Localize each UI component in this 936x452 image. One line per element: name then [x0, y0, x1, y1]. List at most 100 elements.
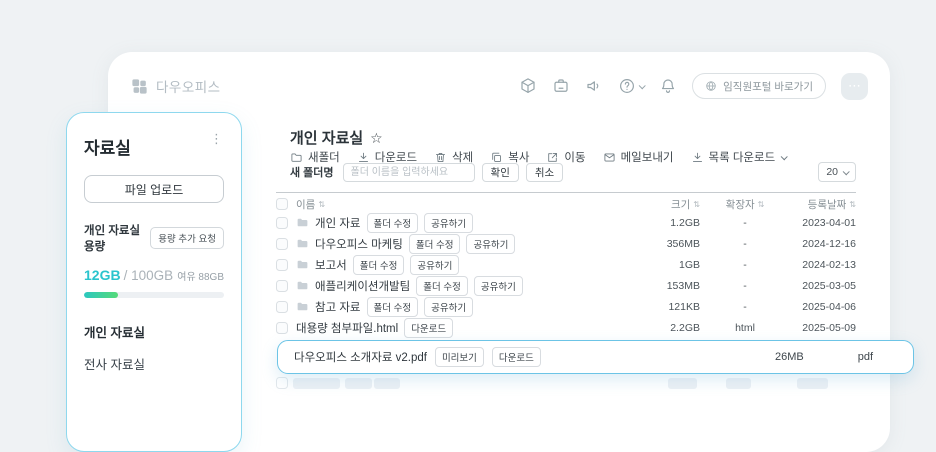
folder-icon: [296, 279, 309, 292]
archive-icon: [552, 77, 570, 95]
usage-total: / 100GB: [123, 268, 174, 283]
new-folder-input[interactable]: [342, 162, 475, 182]
employee-portal-label: 임직원포털 바로가기: [723, 80, 813, 93]
row-checkbox[interactable]: [276, 258, 288, 271]
table-row: 개인 자료 폴더 수정 공유하기 1.2GB - 2023-04-01: [276, 212, 856, 233]
sort-icon: ⇅: [757, 199, 765, 209]
row-action-button[interactable]: 공유하기: [424, 212, 474, 233]
row-action-button[interactable]: 폴더 수정: [408, 233, 461, 254]
archive-icon[interactable]: [552, 77, 570, 95]
folder-icon: [296, 216, 309, 229]
file-name[interactable]: 대용량 첨부파일.html: [296, 320, 398, 336]
table-row: 대용량 첨부파일.html 다운로드 2.2GB html 2025-05-09: [276, 317, 856, 338]
bell-icon: [659, 77, 677, 95]
row-checkbox: [276, 377, 288, 389]
file-name[interactable]: 보고서: [315, 257, 347, 273]
help-icon: [618, 77, 636, 95]
file-date: 2023-04-01: [802, 216, 856, 229]
favorite-star-icon[interactable]: ☆: [370, 131, 383, 145]
sidebar-menu: 개인 자료실전사 자료실: [84, 322, 224, 373]
quota-label: 개인 자료실 용량: [84, 225, 141, 253]
bell-icon[interactable]: [659, 77, 677, 95]
header-name[interactable]: 이름 ⇅: [296, 197, 610, 212]
row-action-button[interactable]: 공유하기: [410, 254, 460, 275]
file-extension: -: [743, 300, 747, 313]
sidebar-title: 자료실: [84, 139, 131, 158]
row-action-button[interactable]: 폴더 수정: [366, 296, 419, 317]
sort-icon: ⇅: [849, 199, 856, 209]
file-size: 153MB: [666, 279, 700, 292]
faded-row: [276, 377, 856, 391]
topbar: 다우오피스 임직원포털 바로가기 ⋯: [130, 70, 868, 102]
header-date[interactable]: 등록날짜 ⇅: [790, 197, 856, 212]
row-action-button[interactable]: 공유하기: [466, 233, 516, 254]
speaker-icon: [585, 77, 603, 95]
file-name-cell: 개인 자료 폴더 수정 공유하기: [296, 212, 610, 233]
new-folder-form: 새 폴더명 확인 취소 20: [276, 161, 856, 183]
app-logo-text: 다우오피스: [156, 80, 221, 95]
table-row: 보고서 폴더 수정 공유하기 1GB - 2024-02-13: [276, 254, 856, 275]
cube-icon: [519, 77, 537, 95]
file-name-cell: 대용량 첨부파일.html 다운로드: [296, 317, 610, 338]
header-size[interactable]: 크기 ⇅: [610, 197, 700, 212]
folder-icon: [296, 300, 309, 313]
row-action-button[interactable]: 공유하기: [424, 296, 474, 317]
page-size-select[interactable]: 20: [818, 162, 856, 182]
file-size: 356MB: [666, 237, 700, 250]
highlighted-file-row[interactable]: 다우오피스 소개자료 v2.pdf 미리보기 다운로드 26MB pdf: [277, 340, 914, 374]
daouoffice-logo-icon: [130, 77, 149, 96]
file-date: 2024-02-13: [802, 258, 856, 271]
file-size: 2.2GB: [670, 321, 700, 334]
help-icon[interactable]: [618, 77, 646, 95]
topbar-actions: 임직원포털 바로가기 ⋯: [519, 72, 868, 100]
file-extension: html: [735, 321, 755, 334]
sort-icon: ⇅: [693, 199, 700, 209]
file-date: 2024-12-16: [802, 237, 856, 250]
chevron-down-icon: [842, 167, 850, 175]
highlighted-file-extension: pdf: [857, 351, 873, 363]
header-extension[interactable]: 확장자 ⇅: [700, 197, 790, 212]
usage-free: 여유 88GB: [177, 272, 224, 283]
confirm-button[interactable]: 확인: [481, 162, 519, 182]
chevron-down-icon: [780, 152, 788, 160]
file-size: 1GB: [678, 258, 700, 271]
row-checkbox[interactable]: [276, 237, 288, 250]
app-logo: 다우오피스: [130, 76, 221, 96]
row-action-button[interactable]: 공유하기: [473, 275, 523, 296]
profile-avatar[interactable]: ⋯: [841, 72, 868, 100]
cube-icon[interactable]: [519, 77, 537, 95]
preview-button[interactable]: 미리보기: [434, 347, 484, 367]
row-action-button[interactable]: 폴더 수정: [352, 254, 405, 275]
row-checkbox[interactable]: [276, 216, 288, 229]
more-options-icon[interactable]: ⋮: [210, 132, 224, 145]
usage-used: 12GB: [84, 267, 121, 283]
row-checkbox[interactable]: [276, 300, 288, 313]
file-date: 2025-03-05: [802, 279, 856, 292]
file-name-cell: 다우오피스 마케팅 폴더 수정 공유하기: [296, 233, 610, 254]
file-name[interactable]: 다우오피스 마케팅: [315, 236, 403, 252]
select-all-checkbox[interactable]: [276, 198, 288, 210]
speaker-icon[interactable]: [585, 77, 603, 95]
row-checkbox[interactable]: [276, 279, 288, 292]
file-upload-button[interactable]: 파일 업로드: [84, 175, 224, 203]
highlighted-file-size: 26MB: [774, 351, 804, 363]
table-row: 참고 자료 폴더 수정 공유하기 121KB - 2025-04-06: [276, 296, 856, 317]
page-title: 개인 자료실 ☆: [290, 129, 383, 147]
row-action-button[interactable]: 폴더 수정: [416, 275, 468, 296]
file-name[interactable]: 애플리케이션개발팀: [315, 278, 410, 294]
row-action-button[interactable]: 다운로드: [404, 317, 454, 338]
table-top-divider: [276, 192, 856, 193]
file-name[interactable]: 참고 자료: [315, 299, 361, 315]
file-name[interactable]: 개인 자료: [315, 215, 361, 231]
sidebar-item-personal[interactable]: 개인 자료실: [84, 322, 224, 341]
row-action-button[interactable]: 폴더 수정: [366, 212, 419, 233]
sort-icon: ⇅: [318, 199, 326, 209]
cancel-button[interactable]: 취소: [525, 162, 564, 182]
employee-portal-button[interactable]: 임직원포털 바로가기: [692, 73, 826, 99]
sidebar-item-company[interactable]: 전사 자료실: [84, 354, 224, 373]
row-checkbox[interactable]: [276, 321, 288, 334]
highlighted-file-name[interactable]: 다우오피스 소개자료 v2.pdf: [294, 349, 427, 365]
file-date: 2025-04-06: [802, 300, 856, 313]
quota-request-button[interactable]: 용량 추가 요청: [150, 227, 224, 249]
download-button[interactable]: 다운로드: [491, 347, 541, 367]
